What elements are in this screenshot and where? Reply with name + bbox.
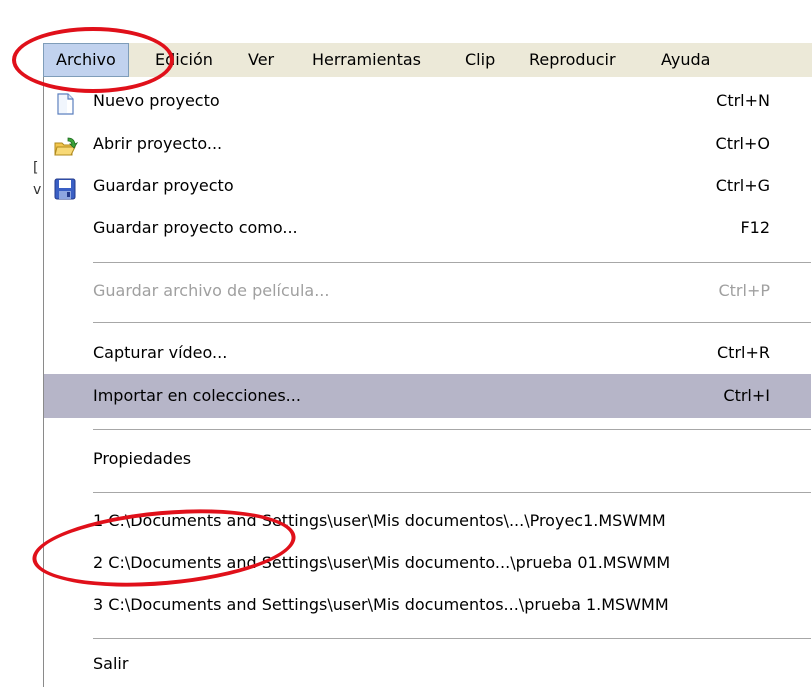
menu-item-label: Guardar archivo de película...	[93, 281, 330, 300]
menu-item-salir[interactable]: Salir	[44, 644, 811, 684]
menu-separator	[93, 262, 811, 263]
menu-separator	[93, 429, 811, 430]
menu-reproducir[interactable]: Reproducir	[517, 43, 628, 77]
menu-item-propiedades[interactable]: Propiedades	[44, 439, 811, 479]
menu-ayuda[interactable]: Ayuda	[649, 43, 722, 77]
menu-item-label: Propiedades	[93, 449, 192, 468]
shortcut-label: Ctrl+R	[717, 343, 770, 362]
menu-ver[interactable]: Ver	[236, 43, 286, 77]
shortcut-label: Ctrl+P	[718, 281, 770, 300]
annotation-ellipse-archivo	[12, 27, 174, 93]
shortcut-label: Ctrl+G	[715, 176, 770, 195]
menu-item-recent-file-3[interactable]: 3 C:\Documents and Settings\user\Mis doc…	[44, 585, 811, 625]
menu-item-importar-en-colecciones[interactable]: Importar en colecciones... Ctrl+I	[44, 374, 811, 418]
menu-clip[interactable]: Clip	[453, 43, 507, 77]
menu-item-capturar-video[interactable]: Capturar vídeo... Ctrl+R	[44, 333, 811, 373]
menu-herramientas[interactable]: Herramientas	[300, 43, 433, 77]
menu-separator	[93, 638, 811, 639]
menu-item-guardar-proyecto[interactable]: Guardar proyecto Ctrl+G	[44, 166, 811, 206]
shortcut-label: Ctrl+I	[723, 386, 770, 405]
save-disk-icon	[54, 175, 76, 200]
open-folder-icon	[54, 133, 79, 156]
menu-item-guardar-proyecto-como[interactable]: Guardar proyecto como... F12	[44, 208, 811, 248]
archivo-dropdown-menu: Nuevo proyecto Ctrl+N Abrir proyecto... …	[43, 77, 812, 687]
menu-item-label: Capturar vídeo...	[93, 343, 228, 362]
menu-item-nuevo-proyecto[interactable]: Nuevo proyecto Ctrl+N	[44, 81, 811, 121]
background-window-fragment: [	[33, 160, 39, 176]
menu-separator	[93, 322, 811, 323]
menu-item-abrir-proyecto[interactable]: Abrir proyecto... Ctrl+O	[44, 124, 811, 164]
menu-item-label: Importar en colecciones...	[93, 386, 301, 405]
new-document-icon	[54, 90, 76, 115]
menu-item-label: Guardar proyecto	[93, 176, 234, 195]
menu-item-label: Salir	[93, 654, 129, 673]
shortcut-label: Ctrl+N	[716, 91, 770, 110]
shortcut-label: F12	[740, 218, 770, 237]
menu-item-label: Abrir proyecto...	[93, 134, 223, 153]
menu-item-label: 3 C:\Documents and Settings\user\Mis doc…	[93, 595, 669, 614]
menu-separator	[93, 492, 811, 493]
menu-item-guardar-archivo-pelicula: Guardar archivo de película... Ctrl+P	[44, 271, 811, 311]
background-window-fragment: v	[33, 182, 42, 198]
menu-item-label: Guardar proyecto como...	[93, 218, 298, 237]
shortcut-label: Ctrl+O	[715, 134, 770, 153]
